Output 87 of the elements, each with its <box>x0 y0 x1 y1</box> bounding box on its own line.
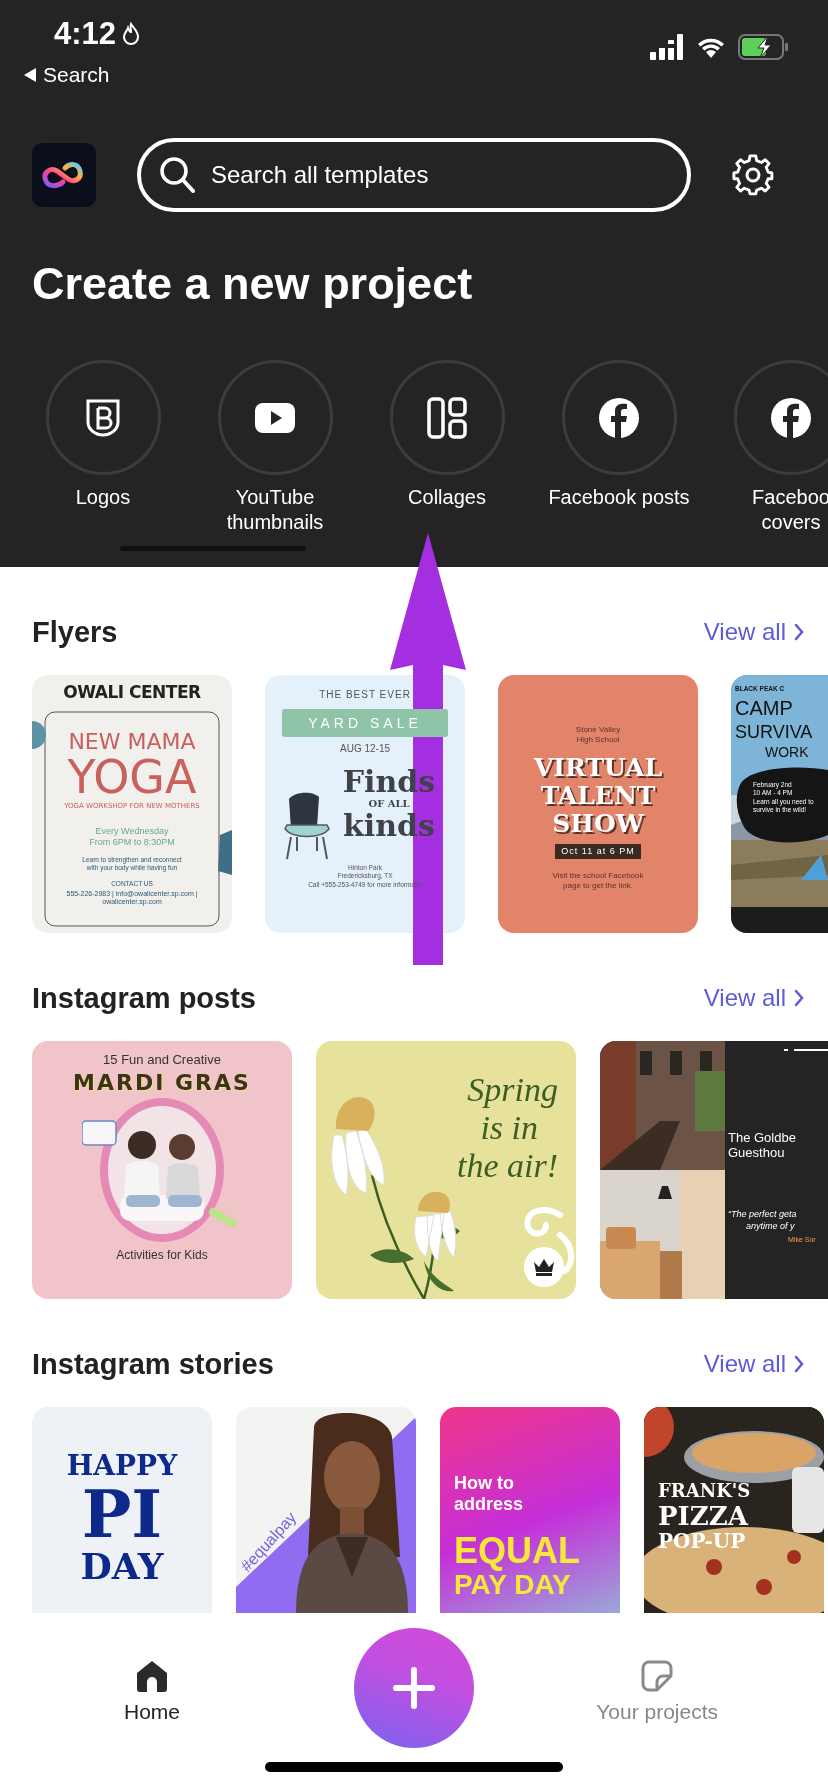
collage-icon <box>427 396 467 439</box>
nav-tab[interactable]: Your projects <box>596 1660 718 1724</box>
template-text: Visit the school Facebook <box>552 870 644 880</box>
settings-icon[interactable] <box>732 154 774 196</box>
view-all-link[interactable]: View all <box>703 984 804 1012</box>
wifi-icon <box>696 36 726 58</box>
chevron-icon <box>794 1355 804 1373</box>
template-text: Stone Valley <box>575 725 621 735</box>
template-text: The Goldbe <box>728 1131 796 1146</box>
search-icon <box>159 156 195 194</box>
section-title: Instagram stories <box>32 1347 274 1381</box>
template-text: PAY DAY <box>454 1570 571 1601</box>
section-title: Flyers <box>32 615 118 649</box>
template-text: EQUAL <box>454 1532 580 1571</box>
template-text: OWALI CENTER <box>63 683 201 703</box>
template-text: WORK <box>764 744 809 761</box>
template-text: NEW MAMA <box>68 728 196 754</box>
template-card[interactable]: Stone Valley High School VIRTUAL TALENT SHOW Oct 11 at 6 PM Visit the school Facebook page to get the link. <box>498 675 698 933</box>
nav-tab[interactable]: Home <box>124 1660 181 1724</box>
template-text: Oct 11 at 6 PM <box>555 844 641 859</box>
template-text: 15 Fun and Creative <box>103 1053 221 1068</box>
template-text: Guesthou <box>728 1145 785 1161</box>
template-text: address <box>454 1493 524 1515</box>
template-card[interactable]: Spring is in the air! <box>316 1041 576 1299</box>
view-all-link[interactable]: View all <box>703 1350 804 1378</box>
template-text: page to get the link. <box>563 880 633 891</box>
play-icon <box>255 402 295 433</box>
template-text: Activities for Kids <box>116 1249 208 1264</box>
category-button[interactable]: Facebook posts <box>533 360 705 535</box>
template-card[interactable]: HAPPY PI DAY <box>32 1407 212 1613</box>
template-text: High School <box>576 735 620 745</box>
home-icon <box>136 1660 168 1692</box>
chevron-icon <box>794 623 804 641</box>
template-text: “The perfect geta <box>728 1208 797 1220</box>
template-text: VIRTUAL <box>533 754 662 783</box>
flame-icon <box>122 22 141 46</box>
back-link[interactable]: Search <box>24 63 110 87</box>
search-field[interactable]: Search all templates <box>137 138 691 212</box>
template-text: OF ALL <box>367 798 410 810</box>
template-card[interactable]: How to address EQUAL PAY DAY <box>440 1407 620 1613</box>
template-text: POP-UP <box>658 1529 746 1553</box>
template-text: TALENT <box>540 782 656 811</box>
signal-icon <box>650 34 684 60</box>
template-text: SHOW <box>552 810 644 839</box>
facebook-icon <box>599 397 639 438</box>
section-title: Instagram posts <box>32 981 256 1015</box>
template-text: DAY <box>80 1547 164 1585</box>
blob-shape <box>218 830 232 875</box>
template-text: YOGA <box>67 753 197 800</box>
template-text: SURVIVA <box>735 721 813 745</box>
template-text: Every Wednesday <box>95 825 169 837</box>
template-card[interactable]: 15 Fun and Creative MARDI GRAS Activities for Kids <box>32 1041 292 1299</box>
page-title: Create a new project <box>32 257 474 311</box>
template-text: From 6PM to 8:30PM <box>89 837 175 848</box>
template-text: Spring <box>467 1071 558 1109</box>
template-text: AUG 12-15 <box>340 742 390 755</box>
chair-drawing <box>283 791 331 861</box>
view-all-link[interactable]: View all <box>703 618 804 646</box>
template-text: is in <box>480 1109 539 1147</box>
template-text: HAPPY <box>66 1451 178 1481</box>
template-text: PI <box>81 1481 163 1547</box>
category-button[interactable]: Collages <box>361 360 533 535</box>
template-text: THE BEST EVER <box>319 689 411 701</box>
template-card[interactable] <box>32 675 232 933</box>
chevron-icon <box>794 989 804 1007</box>
template-card[interactable]: FRANK'S PIZZA POP-UP <box>644 1407 824 1613</box>
template-text: anytime of y <box>745 1221 795 1232</box>
line-decoration <box>784 1049 828 1053</box>
app-logo <box>32 143 96 207</box>
crown-icon <box>533 1258 555 1276</box>
document-icon <box>641 1660 674 1692</box>
blob-shape <box>32 721 46 749</box>
badge-icon <box>85 397 121 438</box>
template-text: FRANK'S <box>658 1481 751 1502</box>
back-icon <box>24 68 36 82</box>
facebook-icon <box>771 397 811 438</box>
template-text: PIZZA <box>658 1501 748 1530</box>
clock-time: 4:12 <box>54 16 117 52</box>
template-text: MARDI GRAS <box>73 1069 251 1096</box>
battery-icon <box>738 34 788 60</box>
template-text: CAMP <box>735 696 793 721</box>
category-button[interactable]: Logos <box>17 360 189 535</box>
plus-icon <box>393 1667 435 1709</box>
template-text: the air! <box>456 1147 558 1185</box>
category-button[interactable]: YouTube thumbnails <box>189 360 361 535</box>
template-text: How to <box>454 1473 514 1494</box>
template-text: YARD SALE <box>282 708 448 737</box>
